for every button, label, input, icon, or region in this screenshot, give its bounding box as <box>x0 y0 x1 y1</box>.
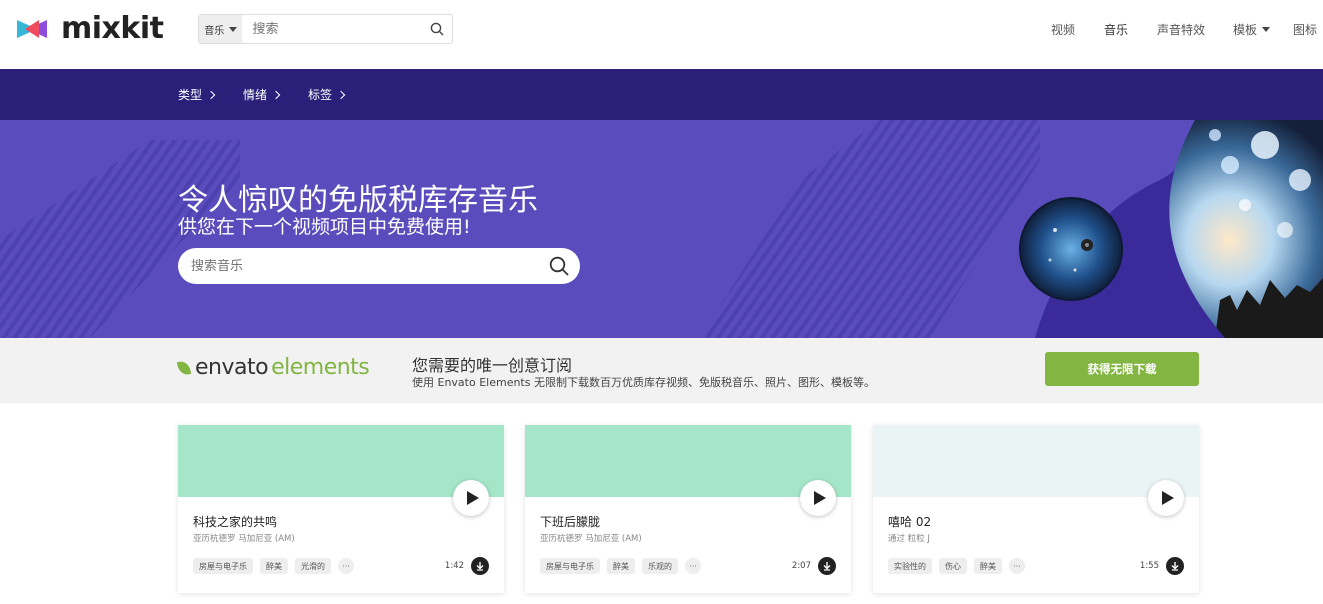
download-icon <box>1171 562 1179 571</box>
logo-text: mixkit <box>61 11 164 46</box>
category-label: 情绪 <box>243 88 268 102</box>
download-button[interactable] <box>1166 557 1184 575</box>
unlimited-download-button[interactable]: 获得无限下载 <box>1045 352 1199 386</box>
chevron-right-icon <box>206 90 216 99</box>
track-artist[interactable]: 通过 粒粒 J <box>888 532 930 544</box>
search-type-label: 音乐 <box>204 25 225 37</box>
nav-music[interactable]: 音乐 <box>1104 21 1128 38</box>
track-tags: 房屋与电子乐 醉美 光滑的 ··· <box>193 558 354 574</box>
download-button[interactable] <box>471 557 489 575</box>
caret-down-icon <box>229 26 238 32</box>
track-tag[interactable]: 实验性的 <box>888 558 932 574</box>
envato-description: 使用 Envato Elements 无限制下载数百万优质库存视频、免版税音乐、… <box>412 376 875 389</box>
envato-elements-logo[interactable]: envato elements <box>176 355 370 380</box>
envato-logo-word: envato <box>195 355 269 380</box>
track-card: 下班后朦胧 亚历杭德罗 马加尼亚 (AM) 房屋与电子乐 醉美 乐观的 ··· … <box>525 425 851 593</box>
play-button[interactable] <box>800 480 836 516</box>
track-tag[interactable]: 光滑的 <box>295 558 331 574</box>
search-button[interactable] <box>422 15 452 43</box>
header-search: 音乐 <box>198 14 453 44</box>
play-button[interactable] <box>1148 480 1184 516</box>
category-bar: 类型 情绪 标签 <box>0 69 1323 120</box>
download-icon <box>476 562 484 571</box>
music-search-input[interactable] <box>191 258 538 274</box>
download-icon <box>823 562 831 571</box>
track-tags: 实验性的 伤心 醉美 ··· <box>888 558 1025 574</box>
nav-templates-label: 模板 <box>1233 23 1258 37</box>
search-input[interactable] <box>242 15 423 43</box>
more-tags-icon[interactable]: ··· <box>1009 558 1025 574</box>
track-card: 科技之家的共鸣 亚历杭德罗 马加尼亚 (AM) 房屋与电子乐 醉美 光滑的 ··… <box>178 425 504 593</box>
nav-templates[interactable]: 模板 <box>1233 21 1271 38</box>
hero-search-button[interactable] <box>538 248 580 284</box>
track-tag[interactable]: 乐观的 <box>642 558 678 574</box>
nav-video[interactable]: 视频 <box>1051 21 1075 38</box>
track-tag[interactable]: 房屋与电子乐 <box>193 558 253 574</box>
track-duration: 1:42 <box>444 561 464 571</box>
category-mood[interactable]: 情绪 <box>243 86 281 103</box>
hero-search <box>178 248 580 284</box>
play-button[interactable] <box>453 480 489 516</box>
category-genre[interactable]: 类型 <box>178 86 216 103</box>
envato-leaf-icon <box>176 359 192 376</box>
category-label: 标签 <box>308 88 333 102</box>
play-icon <box>1161 491 1174 505</box>
category-tags[interactable]: 标签 <box>308 86 346 103</box>
envato-logo-suffix: elements <box>271 355 370 380</box>
track-duration: 1:55 <box>1139 561 1159 571</box>
category-label: 类型 <box>178 88 203 102</box>
concert-illustration <box>1019 120 1323 338</box>
more-tags-icon[interactable]: ··· <box>338 558 354 574</box>
hero-banner: 令人惊叹的免版税库存音乐 供您在下一个视频项目中免费使用! <box>0 120 1323 338</box>
mixkit-logo[interactable]: mixkit <box>17 11 164 46</box>
track-tag[interactable]: 房屋与电子乐 <box>540 558 600 574</box>
site-header: mixkit 音乐 视频 音乐 声音特效 模板 图标 <box>0 0 1323 69</box>
hero-subtitle: 供您在下一个视频项目中免费使用! <box>178 216 471 238</box>
track-card: 嘻哈 02 通过 粒粒 J 实验性的 伤心 醉美 ··· 1:55 <box>873 425 1199 593</box>
play-icon <box>466 491 479 505</box>
nav-sound-effects[interactable]: 声音特效 <box>1157 21 1205 38</box>
search-icon <box>430 22 444 36</box>
play-icon <box>813 491 826 505</box>
track-tag[interactable]: 醉美 <box>974 558 1002 574</box>
track-waveform-area <box>178 425 504 497</box>
track-artist[interactable]: 亚历杭德罗 马加尼亚 (AM) <box>193 532 295 544</box>
track-waveform-area <box>525 425 851 497</box>
track-tags: 房屋与电子乐 醉美 乐观的 ··· <box>540 558 701 574</box>
track-waveform-area <box>873 425 1199 497</box>
track-duration: 2:07 <box>791 561 811 571</box>
search-type-dropdown[interactable]: 音乐 <box>199 15 243 43</box>
mixkit-logo-mark <box>17 18 55 40</box>
track-artist[interactable]: 亚历杭德罗 马加尼亚 (AM) <box>540 532 642 544</box>
track-title[interactable]: 嘻哈 02 <box>888 513 931 530</box>
caret-down-icon <box>1262 27 1271 32</box>
track-title[interactable]: 下班后朦胧 <box>540 513 600 530</box>
track-tag[interactable]: 伤心 <box>939 558 967 574</box>
track-tag[interactable]: 醉美 <box>607 558 635 574</box>
chevron-right-icon <box>336 90 346 99</box>
search-icon <box>549 256 569 276</box>
track-tag[interactable]: 醉美 <box>260 558 288 574</box>
envato-heading: 您需要的唯一创意订阅 <box>412 356 573 375</box>
nav-icons[interactable]: 图标 <box>1293 21 1317 38</box>
track-title[interactable]: 科技之家的共鸣 <box>193 513 277 530</box>
chevron-right-icon <box>271 90 281 99</box>
download-button[interactable] <box>818 557 836 575</box>
envato-promo-bar: envato elements 您需要的唯一创意订阅 使用 Envato Ele… <box>0 338 1323 403</box>
more-tags-icon[interactable]: ··· <box>685 558 701 574</box>
